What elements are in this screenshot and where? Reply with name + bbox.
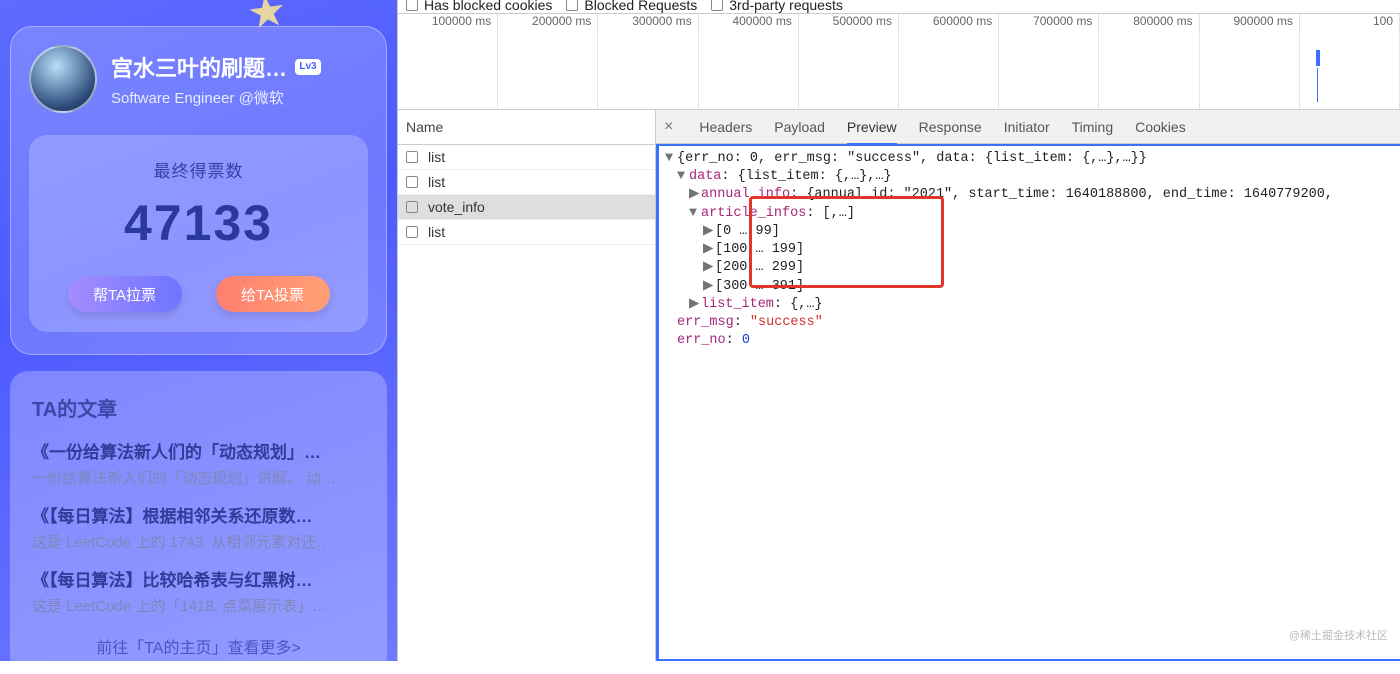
row-checkbox[interactable] [406, 226, 418, 238]
timeline-tick: 500000 ms [799, 14, 899, 32]
tree-key: article_infos [701, 206, 806, 221]
tree-key: list_item [701, 297, 774, 312]
request-name-column: Name listlistvote_infolist [398, 110, 656, 661]
detail-tab-payload[interactable]: Payload [774, 111, 825, 143]
request-row[interactable]: list [398, 220, 655, 245]
vote-label: 最终得票数 [39, 157, 358, 182]
request-name: list [428, 174, 445, 190]
request-name: list [428, 224, 445, 240]
checkbox-label: Has blocked cookies [424, 0, 552, 13]
tree-key: data [689, 169, 721, 184]
tree-range[interactable]: [300 … 391] [715, 279, 804, 294]
article-desc: 一份给算法新人们的「动态规划」讲解。 动… [32, 467, 365, 488]
list-item[interactable]: 《【每日算法】比较哈希表与红黑树… 这是 LeetCode 上的「1418. 点… [32, 566, 365, 616]
row-checkbox[interactable] [406, 176, 418, 188]
level-badge: Lv3 [295, 59, 321, 75]
vote-count: 47133 [39, 194, 358, 252]
request-row[interactable]: list [398, 170, 655, 195]
tree-range[interactable]: [200 … 299] [715, 260, 804, 275]
profile-name: 宫水三叶的刷题… [111, 51, 287, 83]
tree-root: {err_no: 0, err_msg: "success", data: {l… [677, 151, 1147, 166]
detail-tab-response[interactable]: Response [919, 111, 982, 143]
give-vote-button[interactable]: 给TA投票 [216, 276, 330, 312]
detail-tab-cookies[interactable]: Cookies [1135, 111, 1186, 143]
request-name: list [428, 149, 445, 165]
devtools-panel: Has blocked cookies Blocked Requests 3rd… [397, 0, 1400, 661]
row-checkbox[interactable] [406, 201, 418, 213]
detail-tab-headers[interactable]: Headers [699, 111, 752, 143]
blocked-requests-checkbox[interactable]: Blocked Requests [566, 0, 697, 13]
third-party-checkbox[interactable]: 3rd-party requests [711, 0, 843, 13]
articles-card: TA的文章 《一份给算法新人们的「动态规划」… 一份给算法新人们的「动态规划」讲… [10, 371, 387, 674]
profile-subtitle: Software Engineer @微软 [111, 87, 321, 108]
timeline-tick: 900000 ms [1200, 14, 1300, 32]
blocked-cookies-checkbox[interactable]: Has blocked cookies [406, 0, 552, 13]
detail-tabs: × Headers Payload Preview Response Initiator… [656, 110, 1400, 144]
tree-key: annual_info [701, 187, 790, 202]
list-item[interactable]: 《【每日算法】根据相邻关系还原数… 这是 LeetCode 上的 1743. 从… [32, 502, 365, 552]
watermark: @稀土掘金技术社区 [1289, 627, 1388, 643]
article-desc: 这是 LeetCode 上的 1743. 从相邻元素对还… [32, 531, 365, 552]
tree-value: "success" [750, 315, 823, 330]
articles-title: TA的文章 [32, 393, 365, 422]
network-timeline[interactable]: 100000 ms200000 ms300000 ms400000 ms5000… [398, 14, 1400, 110]
tree-key: err_msg [677, 315, 734, 330]
timeline-tick: 300000 ms [598, 14, 698, 32]
checkbox-label: 3rd-party requests [729, 0, 843, 13]
request-name: vote_info [428, 199, 485, 215]
timeline-marker-line [1317, 68, 1318, 102]
name-column-header: Name [398, 110, 655, 145]
help-vote-button[interactable]: 帮TA拉票 [68, 276, 182, 312]
tree-value: : {annual_id: "2021", start_time: 164018… [790, 187, 1333, 202]
detail-tab-initiator[interactable]: Initiator [1004, 111, 1050, 143]
tree-range[interactable]: [100 … 199] [715, 242, 804, 257]
vote-box: 最终得票数 47133 帮TA拉票 给TA投票 [29, 135, 368, 332]
article-heading: 《【每日算法】根据相邻关系还原数… [32, 502, 365, 527]
request-detail-column: × Headers Payload Preview Response Initiator… [656, 110, 1400, 661]
detail-tab-preview[interactable]: Preview [847, 111, 897, 145]
timeline-marker-icon [1316, 50, 1320, 66]
tree-value: 0 [742, 333, 750, 348]
tree-range[interactable]: [0 … 99] [715, 224, 780, 239]
timeline-tick: 100 [1300, 14, 1400, 32]
article-heading: 《【每日算法】比较哈希表与红黑树… [32, 566, 365, 591]
network-filter-row: Has blocked cookies Blocked Requests 3rd… [398, 0, 1400, 14]
profile-header: 宫水三叶的刷题… Lv3 Software Engineer @微软 [29, 45, 368, 113]
json-preview[interactable]: ▼{err_no: 0, err_msg: "success", data: {… [656, 144, 1400, 661]
request-row[interactable]: vote_info [398, 195, 655, 220]
list-item[interactable]: 《一份给算法新人们的「动态规划」… 一份给算法新人们的「动态规划」讲解。 动… [32, 438, 365, 488]
timeline-tick: 400000 ms [699, 14, 799, 32]
timeline-tick: 800000 ms [1099, 14, 1199, 32]
timeline-tick: 600000 ms [899, 14, 999, 32]
profile-card: 宫水三叶的刷题… Lv3 Software Engineer @微软 最终得票数… [10, 26, 387, 355]
article-heading: 《一份给算法新人们的「动态规划」… [32, 438, 365, 463]
checkbox-label: Blocked Requests [584, 0, 697, 13]
tree-key: err_no [677, 333, 726, 348]
request-row[interactable]: list [398, 145, 655, 170]
timeline-tick: 700000 ms [999, 14, 1099, 32]
view-more-link[interactable]: 前往「TA的主页」查看更多> [32, 634, 365, 658]
mobile-preview-panel: ★ 宫水三叶的刷题… Lv3 Software Engineer @微软 最终得… [0, 0, 397, 661]
row-checkbox[interactable] [406, 151, 418, 163]
detail-tab-timing[interactable]: Timing [1072, 111, 1114, 143]
avatar [29, 45, 97, 113]
timeline-tick: 100000 ms [398, 14, 498, 32]
close-icon[interactable]: × [664, 118, 673, 136]
article-desc: 这是 LeetCode 上的「1418. 点菜展示表」… [32, 595, 365, 616]
timeline-tick: 200000 ms [498, 14, 598, 32]
